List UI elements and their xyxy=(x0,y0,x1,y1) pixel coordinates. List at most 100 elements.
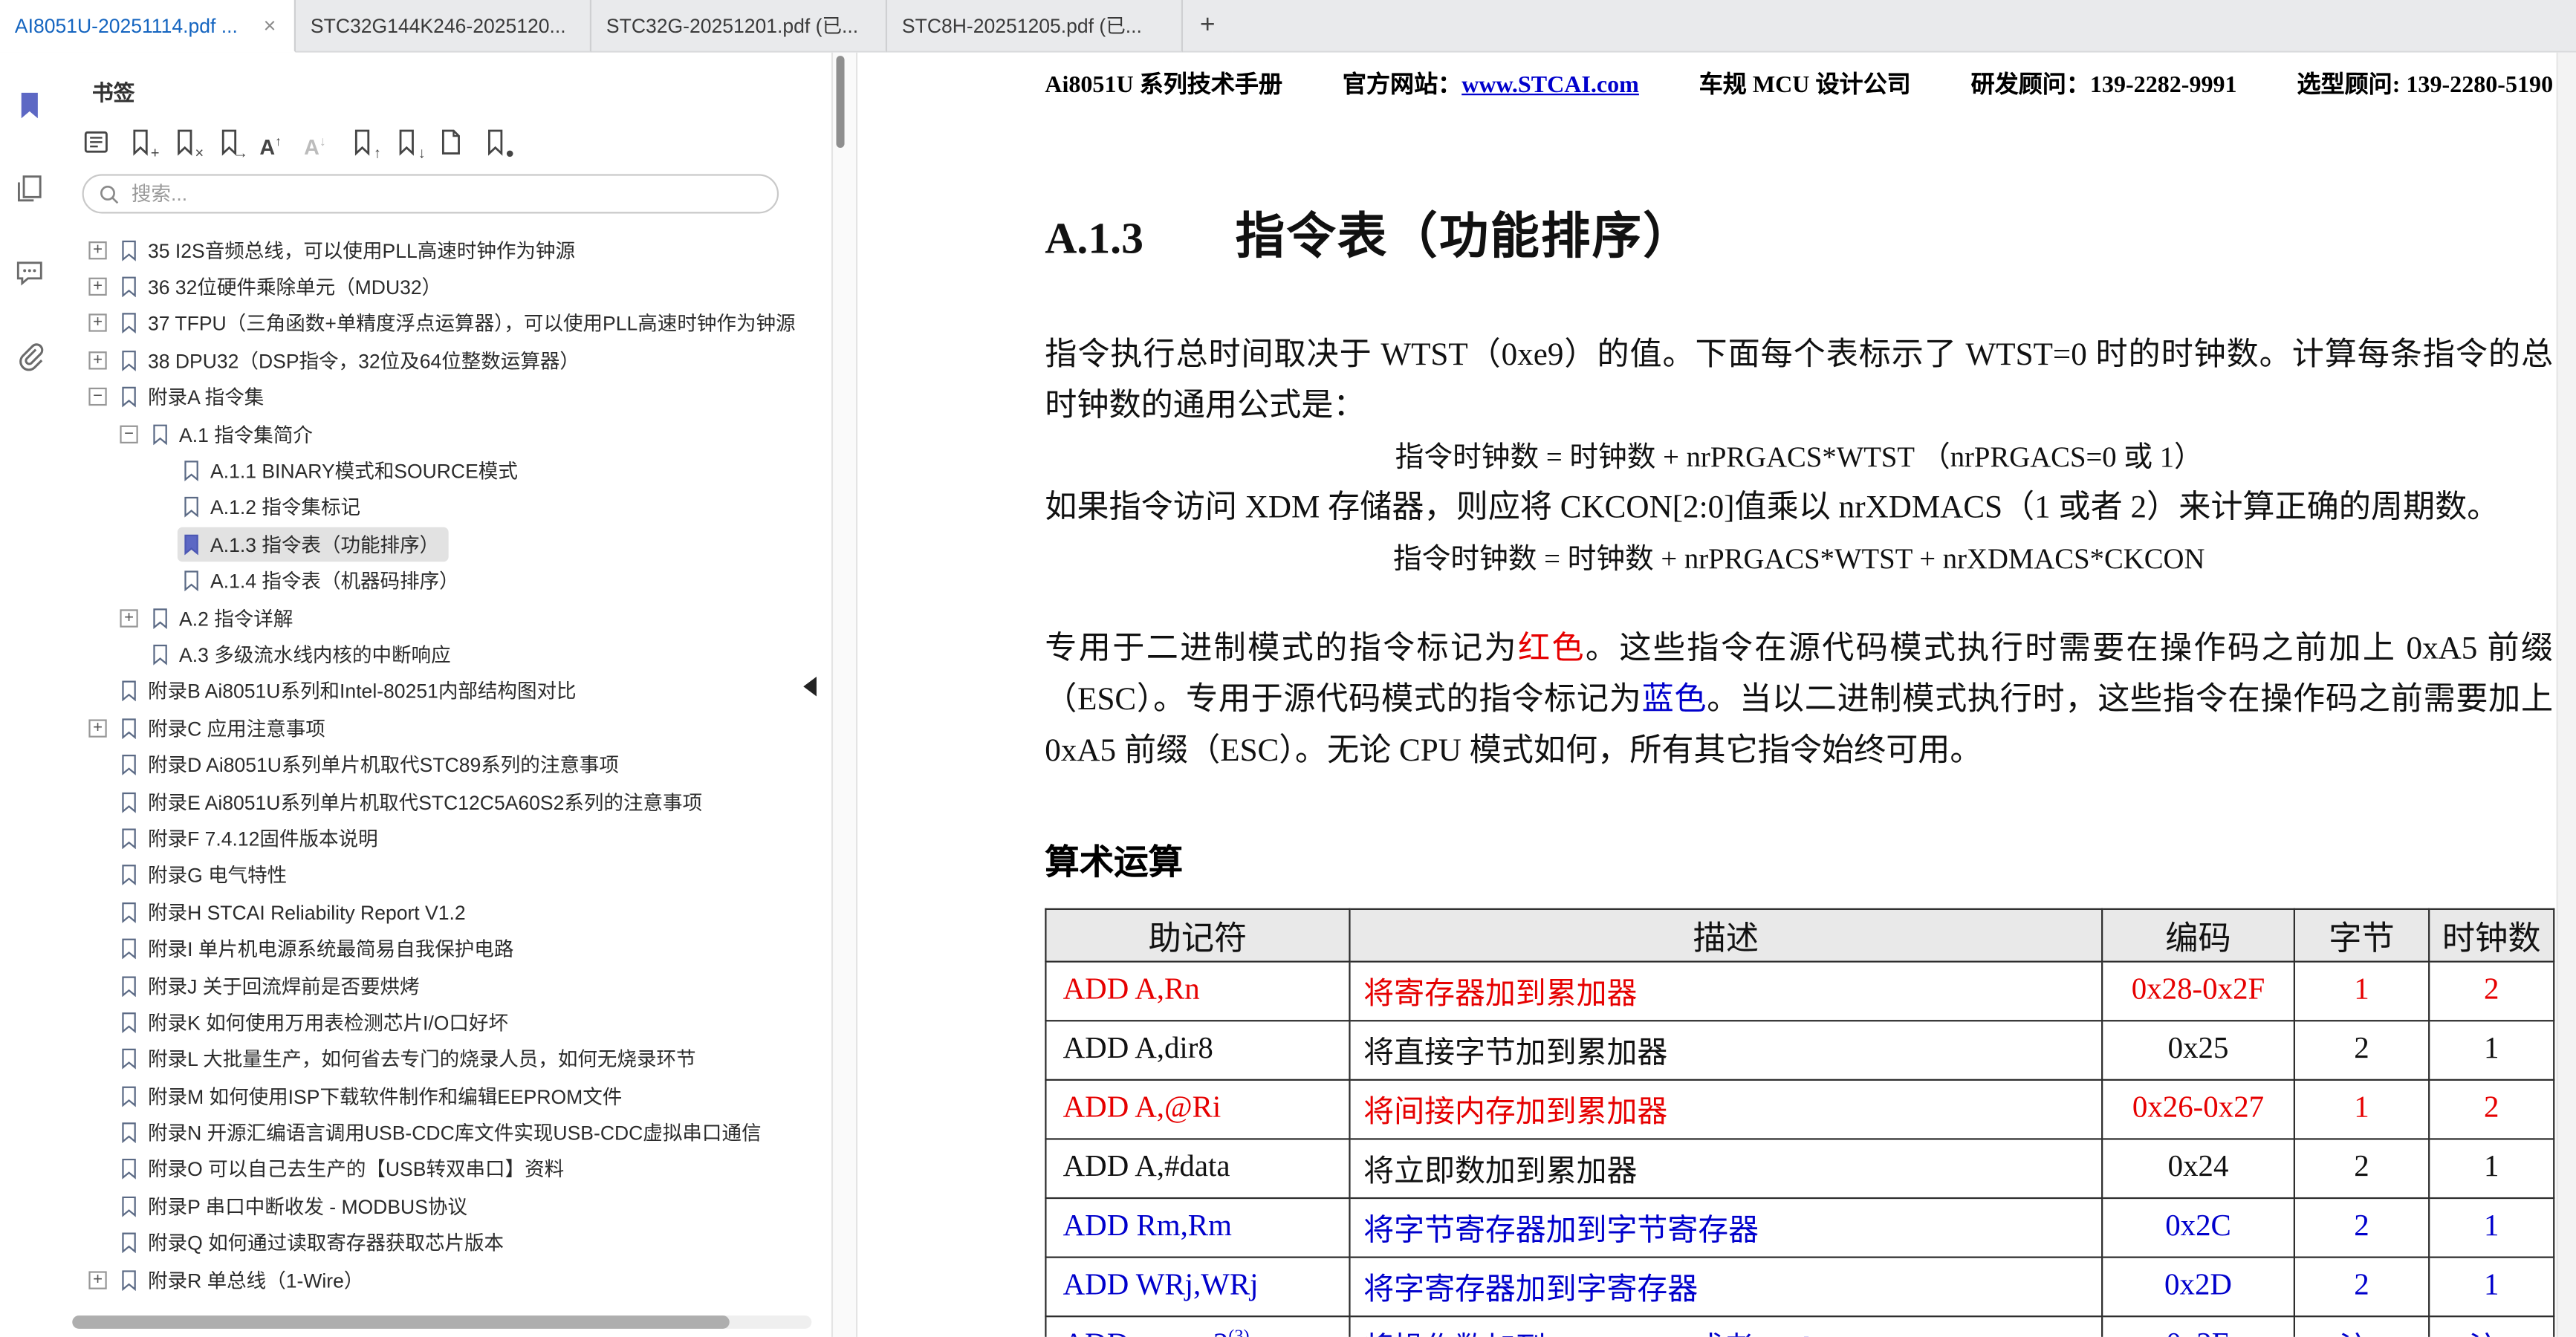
cell-bytes: 2 xyxy=(2294,1198,2429,1258)
section-name: 指令表（功能排序） xyxy=(1236,195,1694,267)
bookmarks-panel-title: 书签 xyxy=(79,76,831,107)
cell-clocks: 1 xyxy=(2429,1258,2554,1317)
bookmark-item[interactable]: −附录A 指令集 xyxy=(79,379,831,416)
select-contact: 选型顾问: 139-2280-5190 xyxy=(2297,65,2553,100)
bookmark-item[interactable]: A.1.1 BINARY模式和SOURCE模式 xyxy=(79,452,831,489)
bookmark-item[interactable]: A.1.3 指令表（功能排序） xyxy=(79,526,831,563)
bookmark-item[interactable]: +35 I2S音频总线，可以使用PLL高速时钟作为钟源 xyxy=(79,232,831,269)
bookmark-item[interactable]: 附录J 关于回流焊前是否要烘烤 xyxy=(79,967,831,1004)
font-decrease-icon[interactable]: A↓ xyxy=(304,128,332,156)
next-bookmark-icon[interactable]: ↓ xyxy=(392,128,421,156)
expand-icon[interactable]: + xyxy=(88,351,106,369)
bookmark-item[interactable]: A.1.2 指令集标记 xyxy=(79,489,831,526)
bookmark-item[interactable]: A.3 多级流水线内核的中断响应 xyxy=(79,636,831,673)
bookmark-item[interactable]: 附录F 7.4.12固件版本说明 xyxy=(79,820,831,857)
bookmark-item[interactable]: +37 TFPU（三角函数+单精度浮点运算器），可以使用PLL高速时钟作为钟源 xyxy=(79,305,831,342)
bookmark-item[interactable]: 附录L 大批量生产，如何省去专门的烧录人员，如何无烧录环节 xyxy=(79,1041,831,1078)
bookmark-icon xyxy=(120,1012,137,1033)
tab-stc32g[interactable]: STC32G-20251201.pdf (已... xyxy=(591,0,887,53)
new-tab-button[interactable]: + xyxy=(1183,0,1232,53)
bookmark-search-box[interactable] xyxy=(82,174,779,213)
attachments-icon[interactable] xyxy=(13,340,46,373)
collapse-icon[interactable]: − xyxy=(120,425,137,443)
bookmark-item[interactable]: +附录C 应用注意事项 xyxy=(79,709,831,746)
move-bookmark-icon[interactable]: → xyxy=(215,128,244,156)
bookmark-item[interactable]: +38 DPU32（DSP指令，32位及64位整数运算器） xyxy=(79,342,831,379)
mode-note-segment: 蓝色 xyxy=(1642,683,1707,718)
bookmark-icon xyxy=(182,460,200,481)
page-header: Ai8051U 系列技术手册 官方网站：www.STCAI.com 车规 MCU… xyxy=(1045,65,2553,100)
bookmark-item[interactable]: 附录B Ai8051U系列和Intel-80251内部结构图对比 xyxy=(79,673,831,710)
bookmark-label: 附录E Ai8051U系列单片机取代STC12C5A60S2系列的注意事项 xyxy=(148,787,702,816)
expand-icon[interactable]: + xyxy=(88,241,106,258)
table-row: ADD A,@Ri将间接内存加到累加器0x26-0x2712 xyxy=(1045,1080,2554,1139)
bookmark-label: 附录B Ai8051U系列和Intel-80251内部结构图对比 xyxy=(148,677,577,706)
panel-vertical-scrollbar-thumb[interactable] xyxy=(836,56,844,148)
bookmarks-toolbar: + × → A↑ A↓ ↑ ↓ ● xyxy=(79,128,831,156)
search-icon xyxy=(99,183,120,205)
formula-2: 指令时钟数 = 时钟数 + nrPRGACS*WTST + nrXDMACS*C… xyxy=(1045,534,2553,585)
expand-icon[interactable]: + xyxy=(88,278,106,296)
bookmark-item[interactable]: 附录M 如何使用ISP下载软件制作和编辑EEPROM文件 xyxy=(79,1077,831,1114)
previous-bookmark-icon[interactable]: ↑ xyxy=(348,128,377,156)
tab-stc32g144k246[interactable]: STC32G144K246-2025120... xyxy=(296,0,591,53)
comments-icon[interactable] xyxy=(13,256,46,289)
collapse-panel-icon[interactable] xyxy=(803,677,817,697)
site-link[interactable]: www.STCAI.com xyxy=(1461,72,1639,98)
collapse-icon[interactable]: − xyxy=(88,388,106,406)
add-bookmark-icon[interactable]: + xyxy=(126,128,155,156)
bookmark-item[interactable]: A.1.4 指令表（机器码排序） xyxy=(79,562,831,599)
bookmark-icon xyxy=(182,570,200,592)
bookmark-item[interactable]: 附录Q 如何通过读取寄存器获取芯片版本 xyxy=(79,1225,831,1262)
close-tab-icon[interactable]: × xyxy=(260,15,279,36)
bookmark-search-input[interactable] xyxy=(128,180,762,206)
cell-description: 将字节寄存器加到字节寄存器 xyxy=(1349,1198,2102,1258)
bookmark-item[interactable]: +附录R 单总线（1-Wire） xyxy=(79,1261,831,1298)
tab-ai8051u[interactable]: AI8051U-20251114.pdf ... × xyxy=(0,0,296,53)
tab-bar: AI8051U-20251114.pdf ... × STC32G144K246… xyxy=(0,0,2576,53)
table-row: ADD reg,op2(3)将操作数加到 Rm、WRj 或者 DRk0x2E注1… xyxy=(1045,1316,2554,1337)
expand-icon[interactable]: + xyxy=(88,314,106,332)
bookmark-icon xyxy=(120,1122,137,1143)
expand-icon[interactable]: + xyxy=(120,608,137,626)
bookmark-item[interactable]: 附录G 电气特性 xyxy=(79,856,831,894)
bookmark-icon xyxy=(151,607,169,628)
bookmark-label: 36 32位硬件乘除单元（MDU32） xyxy=(148,273,441,301)
bookmark-label: A.3 多级流水线内核的中断响应 xyxy=(179,640,451,668)
col-bytes: 字节 xyxy=(2294,909,2429,962)
bookmark-item[interactable]: −A.1 指令集简介 xyxy=(79,415,831,452)
bookmark-item[interactable]: 附录D Ai8051U系列单片机取代STC89系列的注意事项 xyxy=(79,746,831,784)
locate-bookmark-icon[interactable]: ● xyxy=(481,128,510,156)
intro-paragraph: 指令执行总时间取决于 WTST（0xe9）的值。下面每个表标示了 WTST=0 … xyxy=(1045,330,2553,432)
bookmark-item[interactable]: 附录N 开源汇编语言调用USB-CDC库文件实现USB-CDC虚拟串口通信 xyxy=(79,1114,831,1151)
document-scrollbar-track[interactable] xyxy=(2557,53,2576,1337)
expand-icon[interactable]: + xyxy=(88,719,106,737)
tab-stc8h[interactable]: STC8H-20251205.pdf (已... xyxy=(887,0,1183,53)
panel-horizontal-scrollbar-thumb[interactable] xyxy=(72,1315,729,1329)
bookmarks-icon[interactable] xyxy=(13,88,46,121)
font-increase-icon[interactable]: A↑ xyxy=(259,128,288,156)
cell-bytes: 注1 xyxy=(2294,1316,2429,1337)
expand-icon[interactable]: + xyxy=(88,1271,106,1289)
bookmark-item[interactable]: 附录O 可以自己去生产的【USB转双串口】资料 xyxy=(79,1151,831,1188)
tab-bar-filler xyxy=(1232,0,2576,53)
bookmark-item[interactable]: 附录P 串口中断收发 - MODBUS协议 xyxy=(79,1188,831,1225)
expand-collapse-all-icon[interactable] xyxy=(82,128,111,156)
cell-opcode: 0x24 xyxy=(2102,1139,2294,1198)
export-bookmarks-icon[interactable] xyxy=(437,128,465,156)
bookmark-item[interactable]: 附录I 单片机电源系统最简易自我保护电路 xyxy=(79,930,831,967)
thumbnails-icon[interactable] xyxy=(13,172,46,205)
delete-bookmark-icon[interactable]: × xyxy=(171,128,199,156)
panel-horizontal-scrollbar[interactable] xyxy=(72,1315,811,1329)
bookmark-item[interactable]: 附录E Ai8051U系列单片机取代STC12C5A60S2系列的注意事项 xyxy=(79,783,831,820)
cell-opcode: 0x28-0x2F xyxy=(2102,962,2294,1021)
official-site: 官方网站：www.STCAI.com xyxy=(1343,65,1639,100)
bookmark-item[interactable]: +A.2 指令详解 xyxy=(79,599,831,637)
expander-spacer xyxy=(88,1234,106,1252)
bookmark-item[interactable]: +36 32位硬件乘除单元（MDU32） xyxy=(79,268,831,305)
bookmark-item[interactable]: 附录H STCAI Reliability Report V1.2 xyxy=(79,894,831,931)
bookmark-item[interactable]: 附录K 如何使用万用表检测芯片I/O口好坏 xyxy=(79,1003,831,1041)
expander-spacer xyxy=(151,535,169,553)
app-window: AI8051U-20251114.pdf ... × STC32G144K246… xyxy=(0,0,2576,1337)
panel-splitter[interactable] xyxy=(831,53,857,1337)
